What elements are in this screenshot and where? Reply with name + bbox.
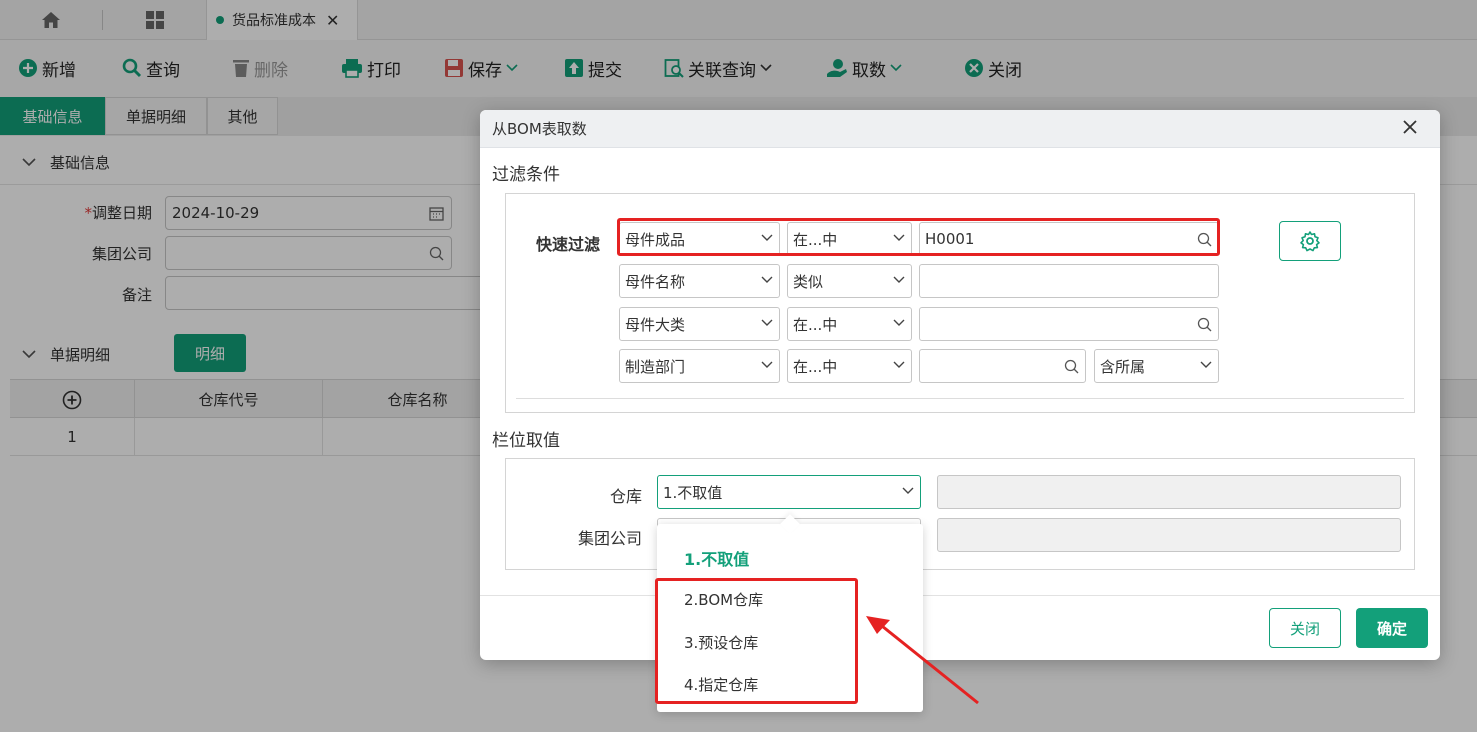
quick-filter-label: 快速过滤 bbox=[536, 235, 601, 254]
search-icon[interactable] bbox=[1197, 232, 1212, 247]
filter-value-input-2[interactable] bbox=[919, 264, 1219, 298]
chevron-down-icon bbox=[761, 234, 773, 241]
warehouse-detail-field bbox=[937, 475, 1401, 509]
chevron-down-icon bbox=[902, 487, 914, 494]
chevron-down-icon bbox=[761, 276, 773, 283]
warehouse-value-select[interactable]: 1.不取值 bbox=[657, 475, 921, 509]
dialog-title: 从BOM表取数 bbox=[492, 120, 587, 138]
dialog-header: 从BOM表取数 bbox=[480, 110, 1440, 148]
chevron-down-icon bbox=[893, 276, 905, 283]
filter-op-select-4[interactable]: 在...中 bbox=[787, 349, 912, 383]
filter-field-select-3[interactable]: 母件大类 bbox=[619, 307, 780, 341]
close-icon[interactable] bbox=[1402, 119, 1418, 135]
filter-op-select-2[interactable]: 类似 bbox=[787, 264, 912, 298]
filter-value-input-1[interactable]: H0001 bbox=[919, 222, 1219, 256]
include-subordinate-select[interactable]: 含所属 bbox=[1094, 349, 1219, 383]
option-no-value[interactable]: 1.不取值 bbox=[684, 546, 749, 570]
chevron-down-icon bbox=[1200, 361, 1212, 368]
option-bom-warehouse[interactable]: 2.BOM仓库 bbox=[684, 589, 763, 610]
chevron-down-icon bbox=[761, 319, 773, 326]
dialog-close-button[interactable]: 关闭 bbox=[1269, 608, 1341, 648]
chevron-down-icon bbox=[893, 361, 905, 368]
group-company-detail-field bbox=[937, 518, 1401, 552]
filter-field-select-1[interactable]: 母件成品 bbox=[619, 222, 780, 256]
chevron-down-icon bbox=[761, 361, 773, 368]
filter-settings-button[interactable] bbox=[1279, 221, 1341, 261]
divider bbox=[480, 595, 1440, 596]
filter-field-select-2[interactable]: 母件名称 bbox=[619, 264, 780, 298]
chevron-down-icon bbox=[893, 319, 905, 326]
group-company-label: 集团公司 bbox=[577, 529, 642, 548]
filter-op-select-3[interactable]: 在...中 bbox=[787, 307, 912, 341]
divider bbox=[516, 398, 1404, 399]
bom-fetch-dialog: 从BOM表取数 过滤条件 快速过滤 母件成品 在...中 H0001 母件名称 … bbox=[480, 110, 1440, 660]
filter-op-select-1[interactable]: 在...中 bbox=[787, 222, 912, 256]
option-preset-warehouse[interactable]: 3.预设仓库 bbox=[684, 632, 758, 653]
column-value-section-title: 栏位取值 bbox=[492, 431, 560, 451]
filter-field-select-4[interactable]: 制造部门 bbox=[619, 349, 780, 383]
filter-value-input-4[interactable] bbox=[919, 349, 1086, 383]
chevron-down-icon bbox=[893, 234, 905, 241]
option-specified-warehouse[interactable]: 4.指定仓库 bbox=[684, 674, 758, 695]
filter-section-title: 过滤条件 bbox=[492, 165, 560, 185]
filter-value-input-3[interactable] bbox=[919, 307, 1219, 341]
search-icon[interactable] bbox=[1064, 359, 1079, 374]
gear-icon bbox=[1300, 231, 1320, 252]
warehouse-label: 仓库 bbox=[609, 487, 642, 506]
search-icon[interactable] bbox=[1197, 317, 1212, 332]
dialog-confirm-button[interactable]: 确定 bbox=[1356, 608, 1428, 648]
annotation-arrow-icon bbox=[866, 616, 979, 705]
